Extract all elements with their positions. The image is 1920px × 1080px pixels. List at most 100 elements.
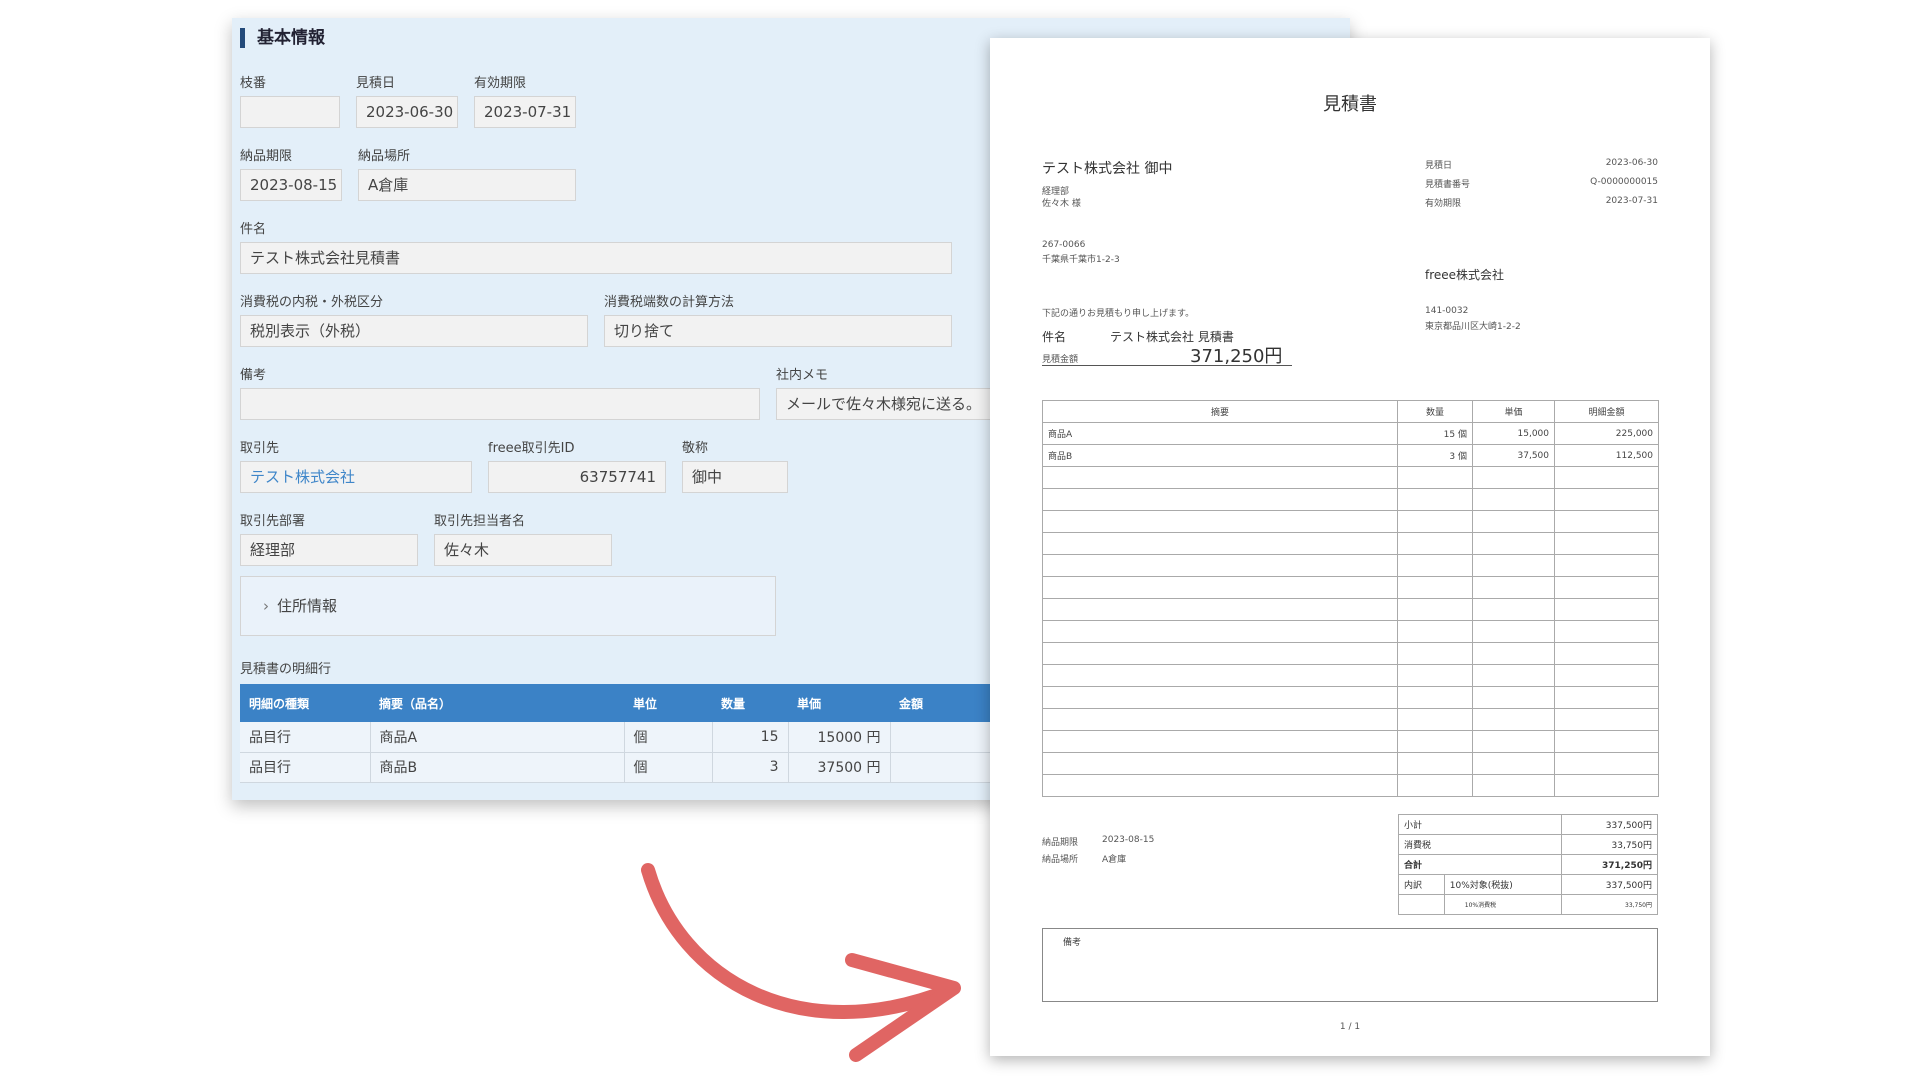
valid-until-field[interactable]: 2023-07-31	[474, 96, 576, 128]
doc-totals-table: 小計 337,500円 消費税 33,750円 合計 371,250円 内訳 1…	[1398, 814, 1659, 915]
empty-cell	[1472, 664, 1555, 687]
partner-label: 取引先	[240, 441, 280, 456]
empty-cell	[1042, 708, 1398, 731]
address-info-label: 住所情報	[277, 597, 338, 615]
tax-label: 消費税	[1398, 834, 1562, 855]
cell-qty: 3	[712, 752, 789, 783]
cell-unit: 個	[624, 722, 713, 753]
empty-row	[1042, 554, 1659, 577]
empty-cell	[1042, 532, 1398, 555]
tax-rounding-select[interactable]: 切り捨て	[604, 315, 952, 347]
cell-qty: 15	[712, 722, 789, 753]
info-label-valid: 有効期限	[1425, 199, 1462, 209]
empty-row	[1042, 642, 1659, 665]
internal-memo-label: 社内メモ	[776, 368, 829, 383]
empty-cell	[1472, 642, 1555, 665]
col-unit: 単位	[624, 684, 712, 722]
freee-partner-id-field[interactable]: 63757741	[488, 461, 666, 493]
doc-items-table: 摘要 数量 単価 明細金額 商品A 15 個 15,000 225,000 商品…	[1042, 400, 1659, 797]
cell-name: 商品B	[370, 752, 625, 783]
table-row: 商品B 3 個 37,500 112,500	[1042, 444, 1659, 467]
partner-dept-field[interactable]: 経理部	[240, 534, 418, 566]
subject-label: 件名	[1042, 330, 1067, 344]
quote-date-label: 見積日	[356, 76, 396, 91]
doc-col-qty: 数量	[1397, 400, 1473, 423]
empty-row	[1042, 532, 1659, 555]
cell-unit: 個	[624, 752, 713, 783]
empty-cell	[1472, 510, 1555, 533]
empty-cell	[1042, 554, 1398, 577]
tax-type-select[interactable]: 税別表示（外税）	[240, 315, 588, 347]
empty-cell	[1472, 554, 1555, 577]
empty-cell	[1472, 598, 1555, 621]
col-kind: 明細の種類	[240, 684, 370, 722]
empty-cell	[1472, 532, 1555, 555]
section-title: 基本情報	[240, 28, 325, 48]
empty-cell	[1397, 752, 1473, 775]
quote-document-preview: 見積書 テスト株式会社 御中 経理部 佐々木 様 267-0066 千葉県千葉市…	[990, 38, 1710, 1056]
lines-title: 見積書の明細行	[240, 662, 332, 677]
info-value-date: 2023-06-30	[1605, 158, 1658, 168]
partner-contact-field[interactable]: 佐々木	[434, 534, 612, 566]
col-price: 単価	[788, 684, 890, 722]
quote-date-field[interactable]: 2023-06-30	[356, 96, 458, 128]
empty-cell	[1397, 488, 1473, 511]
doc-col-name: 摘要	[1042, 400, 1398, 423]
edaban-label: 枝番	[240, 76, 267, 91]
delivery-place-label: 納品場所	[1042, 855, 1079, 865]
empty-row	[1042, 598, 1659, 621]
doc-cell-qty: 3 個	[1397, 444, 1473, 467]
empty-cell	[1042, 752, 1398, 775]
delivery-deadline-field[interactable]: 2023-08-15	[240, 169, 342, 201]
col-name: 摘要（品名）	[370, 684, 624, 722]
col-qty: 数量	[712, 684, 788, 722]
empty-cell	[1042, 686, 1398, 709]
empty-cell	[1042, 576, 1398, 599]
valid-until-label: 有効期限	[474, 76, 527, 91]
empty-row	[1042, 686, 1659, 709]
page-number: 1 / 1	[1339, 1022, 1361, 1032]
breakdown-tax-label: 10%消費税	[1443, 894, 1562, 915]
empty-cell	[1472, 708, 1555, 731]
breakdown-tax-value: 33,750円	[1560, 894, 1659, 915]
info-label-date: 見積日	[1425, 161, 1453, 171]
breakdown-target: 10%対象(税抜)	[1443, 874, 1562, 895]
empty-cell	[1397, 620, 1473, 643]
partner-contact-label: 取引先担当者名	[434, 514, 526, 529]
info-value-number: Q-0000000015	[1590, 177, 1658, 187]
empty-cell	[1554, 532, 1659, 555]
cell-price: 15000 円	[788, 722, 891, 753]
info-value-valid: 2023-07-31	[1605, 196, 1658, 206]
honorific-field[interactable]: 御中	[682, 461, 788, 493]
empty-cell	[1554, 642, 1659, 665]
cell-kind: 品目行	[240, 722, 371, 753]
amount-label: 見積金額	[1042, 355, 1079, 365]
delivery-deadline-value: 2023-08-15	[1102, 835, 1155, 845]
empty-cell	[1397, 598, 1473, 621]
empty-row	[1042, 488, 1659, 511]
empty-row	[1042, 730, 1659, 753]
remarks-field[interactable]	[240, 388, 760, 420]
empty-cell	[1397, 708, 1473, 731]
empty-row	[1042, 466, 1659, 489]
empty-cell	[1554, 466, 1659, 489]
empty-cell	[1472, 774, 1555, 797]
partner-field[interactable]: テスト株式会社	[240, 461, 472, 493]
breakdown-label: 内訳	[1398, 874, 1445, 895]
freee-partner-id-label: freee取引先ID	[488, 441, 575, 456]
edaban-field[interactable]	[240, 96, 340, 128]
empty-cell	[1042, 730, 1398, 753]
empty-row	[1042, 620, 1659, 643]
empty-cell	[1472, 686, 1555, 709]
address-info-toggle[interactable]: › 住所情報	[240, 576, 776, 636]
delivery-place-field[interactable]: A倉庫	[358, 169, 576, 201]
empty-cell	[1397, 730, 1473, 753]
cell-price: 37500 円	[788, 752, 891, 783]
total-label: 合計	[1398, 854, 1562, 875]
empty-row	[1042, 576, 1659, 599]
empty-cell	[1554, 488, 1659, 511]
subject-field[interactable]: テスト株式会社見積書	[240, 242, 952, 274]
client-contact: 佐々木 様	[1042, 199, 1081, 209]
empty-cell	[1397, 686, 1473, 709]
subtotal-label: 小計	[1398, 814, 1562, 835]
